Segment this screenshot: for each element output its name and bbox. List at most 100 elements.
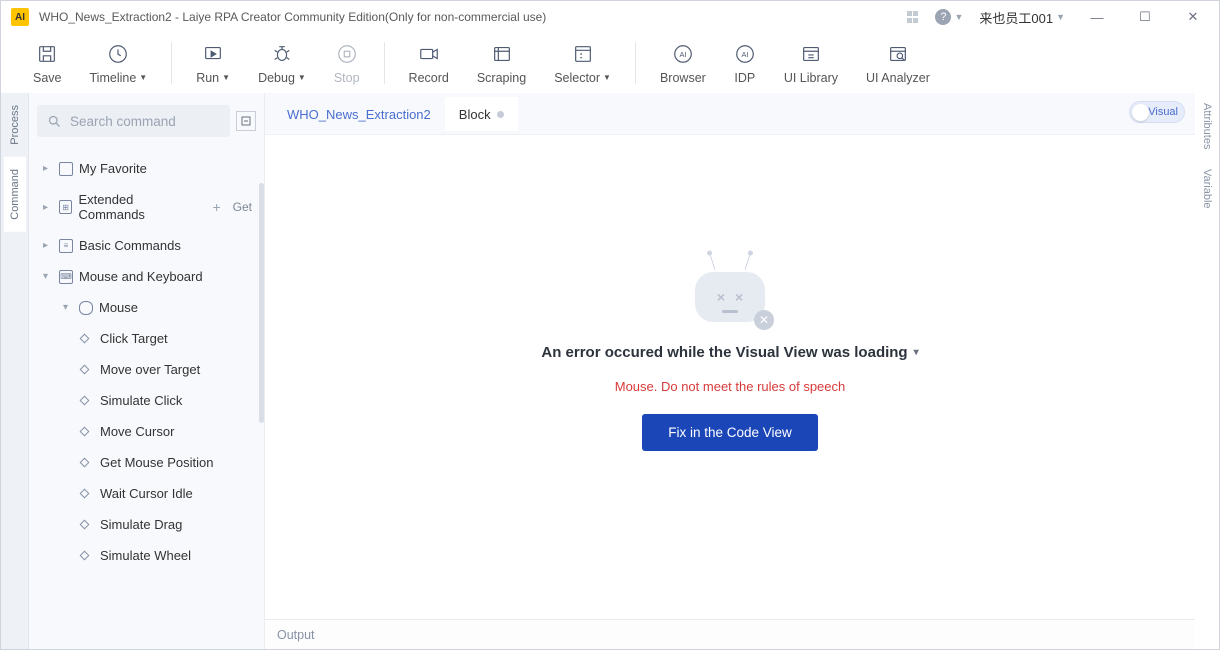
- diamond-icon: [80, 489, 90, 499]
- diamond-icon: [80, 551, 90, 561]
- timeline-button[interactable]: Timeline▼: [76, 42, 162, 85]
- tree-node-basic[interactable]: ▸≡Basic Commands: [29, 230, 264, 261]
- tab-file[interactable]: WHO_News_Extraction2: [273, 97, 445, 131]
- scraping-button[interactable]: Scraping: [463, 42, 540, 85]
- record-button[interactable]: Record: [395, 42, 463, 85]
- selector-icon: [572, 42, 594, 66]
- save-button[interactable]: Save: [19, 42, 76, 85]
- idp-button[interactable]: AI IDP: [720, 42, 770, 85]
- command-panel: Search command ▸My Favorite ▸⊞Extended C…: [29, 93, 265, 649]
- collapse-button[interactable]: [236, 111, 256, 131]
- tree-node-myfavorite[interactable]: ▸My Favorite: [29, 153, 264, 184]
- category-icon: ≡: [59, 239, 73, 253]
- diamond-icon: [80, 365, 90, 375]
- toolbar-divider: [384, 42, 385, 84]
- tree-leaf[interactable]: Simulate Click: [29, 385, 264, 416]
- chevron-right-icon: ▸: [43, 202, 53, 213]
- tab-command[interactable]: Command: [4, 157, 26, 232]
- debug-icon: [271, 42, 293, 66]
- tree-leaf[interactable]: Wait Cursor Idle: [29, 478, 264, 509]
- toggle-knob: [1132, 104, 1149, 121]
- title-bar: AI WHO_News_Extraction2 - Laiye RPA Crea…: [1, 1, 1219, 33]
- save-icon: [36, 42, 58, 66]
- tree-leaf[interactable]: Click Target: [29, 323, 264, 354]
- get-link[interactable]: Get: [233, 200, 252, 214]
- workspace: Process Command Search command ▸My Favor…: [1, 93, 1219, 649]
- main-toolbar: Save Timeline▼ Run▼ Debug▼ Stop Record S…: [1, 33, 1219, 93]
- visual-toggle[interactable]: Visual: [1129, 101, 1185, 123]
- user-menu[interactable]: 来也员工001▼: [979, 8, 1065, 27]
- diamond-icon: [80, 396, 90, 406]
- left-side-tabs: Process Command: [1, 93, 29, 649]
- apps-grid-icon[interactable]: [907, 11, 919, 23]
- plus-icon[interactable]: +: [212, 199, 220, 215]
- tree-node-extended[interactable]: ▸⊞Extended Commands+Get: [29, 184, 264, 230]
- tab-block[interactable]: Block: [445, 97, 518, 131]
- tree-node-mousekeyboard[interactable]: ▾⌨Mouse and Keyboard: [29, 261, 264, 292]
- minimize-button[interactable]: —: [1081, 10, 1113, 25]
- tree-leaf[interactable]: Simulate Drag: [29, 509, 264, 540]
- right-side-tabs: Attributes Variable: [1195, 93, 1219, 649]
- mouse-icon: [79, 301, 93, 315]
- tab-process[interactable]: Process: [4, 93, 26, 157]
- timeline-icon: [107, 42, 129, 66]
- maximize-button[interactable]: ☐: [1129, 9, 1161, 25]
- uianalyzer-icon: [887, 42, 909, 66]
- search-input[interactable]: Search command: [37, 105, 230, 137]
- window-title: WHO_News_Extraction2 - Laiye RPA Creator…: [39, 10, 907, 24]
- folder-icon: [59, 162, 73, 176]
- chevron-down-icon: ▼: [139, 73, 147, 82]
- scrollbar[interactable]: [259, 183, 264, 423]
- toolbar-divider: [635, 42, 636, 84]
- scraping-icon: [491, 42, 513, 66]
- stop-icon: [336, 42, 358, 66]
- diamond-icon: [80, 427, 90, 437]
- stop-button: Stop: [320, 42, 374, 85]
- error-heading[interactable]: An error occured while the Visual View w…: [541, 344, 918, 361]
- fix-code-button[interactable]: Fix in the Code View: [642, 414, 818, 451]
- toolbar-divider: [171, 42, 172, 84]
- editor-tabs: WHO_News_Extraction2 Block Visual: [265, 93, 1195, 135]
- chevron-down-icon: ▾: [43, 271, 53, 282]
- run-button[interactable]: Run▼: [182, 42, 244, 85]
- browser-button[interactable]: AI Browser: [646, 42, 720, 85]
- help-icon: ?: [935, 9, 951, 25]
- tab-attributes[interactable]: Attributes: [1197, 93, 1217, 159]
- selector-button[interactable]: Selector▼: [540, 42, 625, 85]
- tree-node-mouse[interactable]: ▾Mouse: [29, 292, 264, 323]
- diamond-icon: [80, 334, 90, 344]
- diamond-icon: [80, 520, 90, 530]
- svg-text:AI: AI: [741, 49, 748, 58]
- chevron-down-icon: ▼: [298, 73, 306, 82]
- chevron-down-icon: ▾: [63, 302, 73, 313]
- uianalyzer-button[interactable]: UI Analyzer: [852, 42, 944, 85]
- svg-text:AI: AI: [679, 49, 686, 58]
- search-placeholder: Search command: [70, 114, 176, 129]
- browser-icon: AI: [672, 42, 694, 66]
- debug-button[interactable]: Debug▼: [244, 42, 320, 85]
- close-button[interactable]: ✕: [1177, 9, 1209, 25]
- visual-canvas: ×× ✕ An error occured while the Visual V…: [265, 135, 1195, 619]
- category-icon: ⌨: [59, 270, 73, 284]
- diamond-icon: [80, 458, 90, 468]
- modified-dot-icon: [497, 111, 504, 118]
- tab-variable[interactable]: Variable: [1197, 159, 1217, 219]
- chevron-down-icon: ▾: [914, 347, 919, 358]
- tree-leaf[interactable]: Move Cursor: [29, 416, 264, 447]
- chevron-down-icon: ▼: [1056, 12, 1065, 22]
- error-robot-icon: ×× ✕: [690, 264, 770, 330]
- chevron-right-icon: ▸: [43, 240, 53, 251]
- chevron-down-icon: ▼: [222, 73, 230, 82]
- help-menu[interactable]: ?▼: [935, 9, 963, 25]
- editor-area: WHO_News_Extraction2 Block Visual ×× ✕ A…: [265, 93, 1195, 649]
- tree-leaf[interactable]: Get Mouse Position: [29, 447, 264, 478]
- tree-leaf[interactable]: Simulate Wheel: [29, 540, 264, 571]
- category-icon: ⊞: [59, 200, 73, 214]
- error-message: Mouse. Do not meet the rules of speech: [615, 379, 846, 394]
- run-icon: [202, 42, 224, 66]
- output-panel-header[interactable]: Output: [265, 619, 1195, 649]
- tree-leaf[interactable]: Move over Target: [29, 354, 264, 385]
- chevron-down-icon: ▼: [954, 12, 963, 22]
- idp-icon: AI: [734, 42, 756, 66]
- uilibrary-button[interactable]: UI Library: [770, 42, 852, 85]
